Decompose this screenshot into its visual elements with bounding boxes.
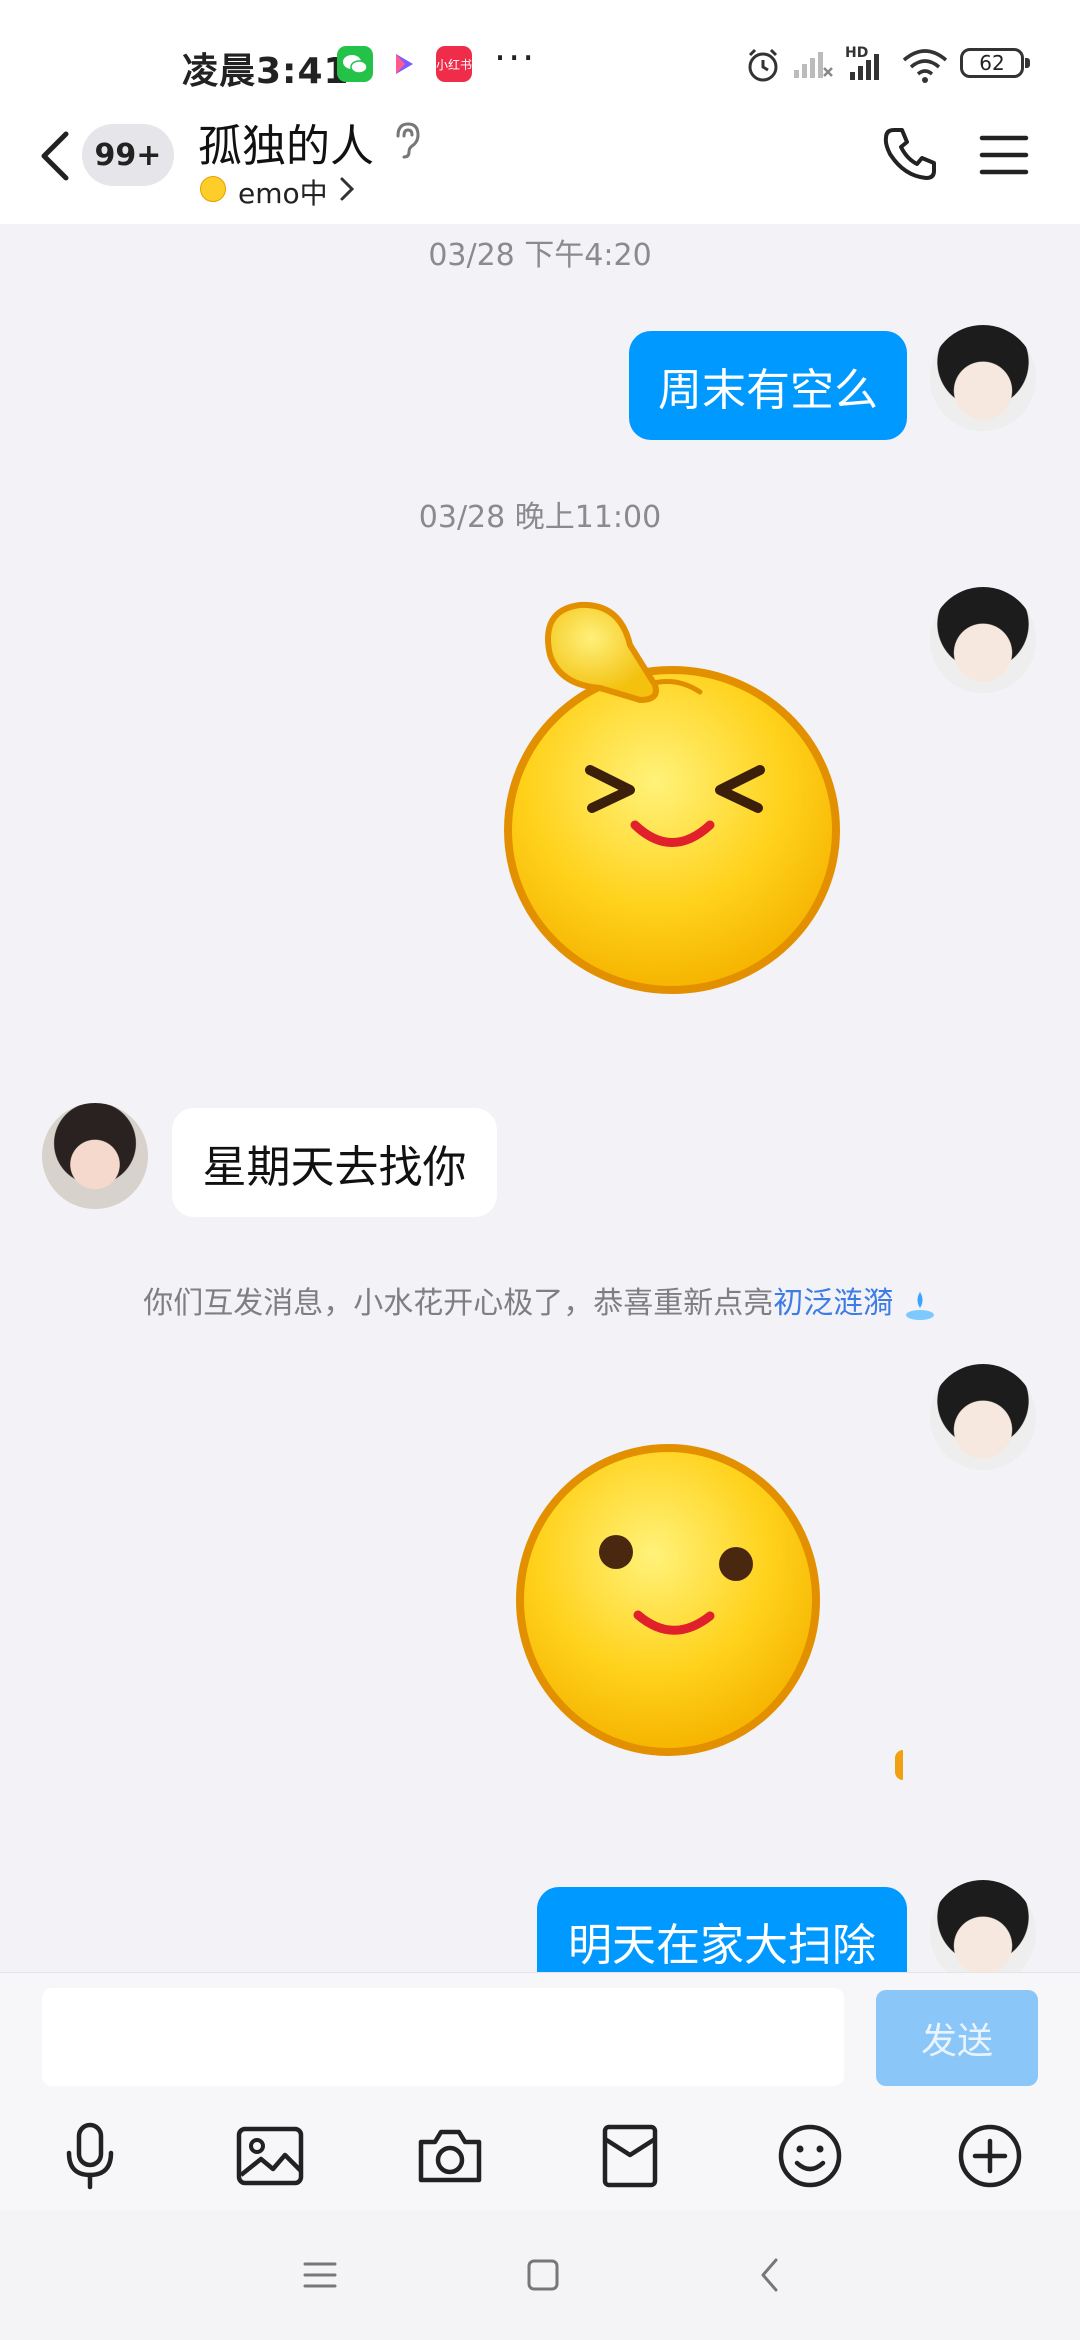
xiaohongshu-notification-icon: 小红书 [436, 46, 472, 82]
system-notice-text: 你们互发消息，小水花开心极了，恭喜重新点亮 [143, 1286, 774, 1321]
back-arrow-icon[interactable] [36, 128, 76, 188]
system-notice: 你们互发消息，小水花开心极了，恭喜重新点亮初泛涟漪 [0, 1278, 1080, 1322]
my-avatar[interactable] [930, 1364, 1036, 1470]
video-app-notification-icon [385, 46, 421, 82]
back-nav-icon[interactable] [740, 2245, 800, 2305]
my-avatar[interactable] [930, 587, 1036, 693]
message-timestamp: 03/28 晚上11:00 [418, 500, 662, 535]
status-emoji-icon [200, 176, 226, 202]
message-bubble-incoming[interactable]: 星期天去找你 [172, 1108, 497, 1217]
message-bubble-outgoing[interactable]: 周末有空么 [629, 331, 907, 440]
signal-sim1-icon [792, 48, 834, 84]
wechat-notification-icon [337, 46, 373, 82]
image-icon[interactable] [230, 2116, 310, 2196]
my-avatar[interactable] [930, 1880, 1036, 1986]
send-button[interactable]: 发送 [876, 1990, 1038, 2086]
message-timestamp: 03/28 下午4:20 [428, 238, 652, 273]
system-notice-link[interactable]: 初泛涟漪 [773, 1286, 893, 1321]
alarm-icon [744, 46, 782, 88]
plus-icon[interactable] [950, 2116, 1030, 2196]
contact-status[interactable]: emo中 [238, 172, 328, 212]
emoji-icon[interactable] [770, 2116, 850, 2196]
red-packet-icon[interactable] [590, 2116, 670, 2196]
menu-icon[interactable] [978, 132, 1030, 182]
contact-avatar[interactable] [42, 1103, 148, 1209]
sticker-edge-decoration [895, 1750, 903, 1780]
status-time: 凌晨3:41 [182, 51, 350, 92]
signal-sim2-icon [846, 50, 890, 86]
unread-count-badge[interactable]: 99+ [82, 124, 174, 186]
wifi-icon [900, 46, 950, 88]
message-input[interactable] [42, 1988, 844, 2086]
home-button-icon[interactable] [513, 2245, 573, 2305]
microphone-icon[interactable] [50, 2116, 130, 2196]
my-avatar[interactable] [930, 325, 1036, 431]
contact-name[interactable]: 孤独的人 [198, 110, 374, 174]
phone-call-icon[interactable] [880, 124, 940, 188]
hearing-icon[interactable] [390, 120, 424, 164]
battery-indicator: 62 [960, 48, 1030, 78]
poke-head-emoji-sticker[interactable] [500, 600, 850, 1004]
chevron-right-icon[interactable] [338, 176, 356, 206]
smile-emoji-sticker[interactable] [513, 1440, 823, 1764]
water-splash-icon [905, 1291, 934, 1320]
recent-apps-icon[interactable] [290, 2245, 350, 2305]
camera-icon[interactable] [410, 2116, 490, 2196]
more-notifications-icon: ··· [494, 36, 537, 80]
